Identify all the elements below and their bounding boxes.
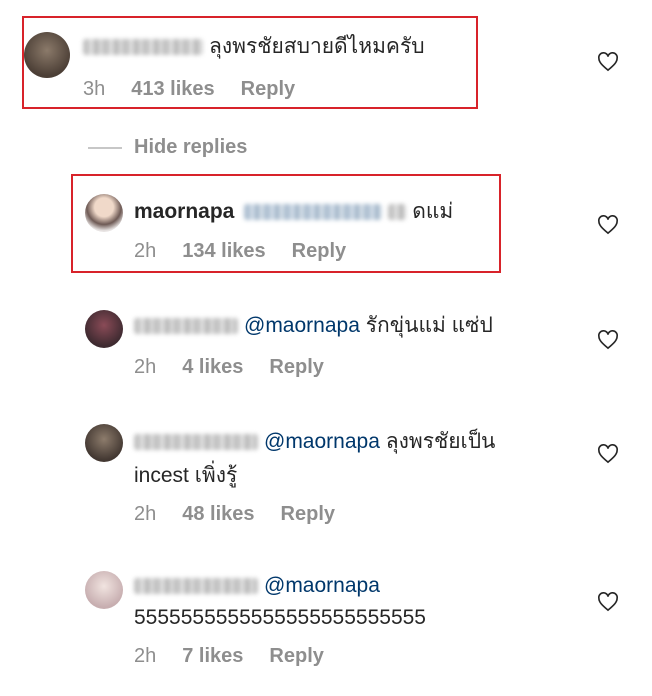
avatar[interactable] [85,310,123,348]
mention-link[interactable]: @maornapa [244,314,360,337]
reply-button[interactable]: Reply [241,78,295,100]
likes-count[interactable]: 4 likes [182,356,243,378]
like-heart-icon[interactable] [597,330,619,350]
avatar[interactable] [85,571,123,609]
comment-meta: 2h 134 likes Reply [134,240,372,263]
timestamp: 3h [83,78,106,100]
comment-text-line: @maornapa รักขุ่นแม่ แซ่ป [134,311,493,341]
blurred-mention [244,204,383,221]
timestamp: 2h [134,356,157,378]
likes-count[interactable]: 48 likes [182,503,254,525]
divider-dash [88,146,122,149]
reply-button[interactable]: Reply [269,645,323,667]
username[interactable]: maornapa [134,200,234,223]
avatar[interactable] [85,194,123,232]
comment-text: 5555555555555555555555555 [134,606,426,629]
likes-count[interactable]: 413 likes [131,78,214,100]
comment-text: ลุงพรชัยเป็น [385,430,496,453]
blurred-username [134,318,238,335]
comment-text: รักขุ่นแม่ แซ่ป [365,314,493,337]
comment-text-continued: incest เพิ่งรู้ [134,464,238,487]
like-heart-icon[interactable] [597,215,619,235]
reply-button[interactable]: Reply [292,240,346,262]
timestamp: 2h [134,240,157,262]
comment-text-line-2: incest เพิ่งรู้ [134,461,237,491]
hide-replies-button[interactable]: Hide replies [88,136,247,159]
timestamp: 2h [134,503,157,525]
hide-replies-label: Hide replies [134,136,248,158]
comment-text-line: @maornapa [134,571,380,601]
avatar[interactable] [24,32,70,78]
comment-text: ลุงพรชัยสบายดีไหมครับ [209,35,425,58]
comment-meta: 2h 48 likes Reply [134,503,361,526]
avatar[interactable] [85,424,123,462]
like-heart-icon[interactable] [597,52,619,72]
reply-button[interactable]: Reply [269,356,323,378]
mention-link[interactable]: @maornapa [264,574,380,597]
like-heart-icon[interactable] [597,592,619,612]
reply-button[interactable]: Reply [281,503,335,525]
blurred-username [134,434,258,451]
likes-count[interactable]: 7 likes [182,645,243,667]
blurred-username [134,578,258,595]
likes-count[interactable]: 134 likes [182,240,265,262]
comment-meta: 2h 7 likes Reply [134,645,350,668]
comment-meta: 2h 4 likes Reply [134,356,350,379]
comment-meta: 3h 413 likes Reply [83,78,321,101]
comment-text-line: ลุงพรชัยสบายดีไหมครับ [83,32,425,62]
mention-link[interactable]: @maornapa [264,430,380,453]
blurred-word [388,204,407,221]
blurred-username [83,39,203,56]
comment-text-line: maornapa ดแม่ [134,197,453,227]
comment-text: ดแม่ [412,200,454,223]
timestamp: 2h [134,645,157,667]
comment-text-line-2: 5555555555555555555555555 [134,603,426,633]
comment-text-line: @maornapa ลุงพรชัยเป็น [134,427,495,457]
like-heart-icon[interactable] [597,444,619,464]
